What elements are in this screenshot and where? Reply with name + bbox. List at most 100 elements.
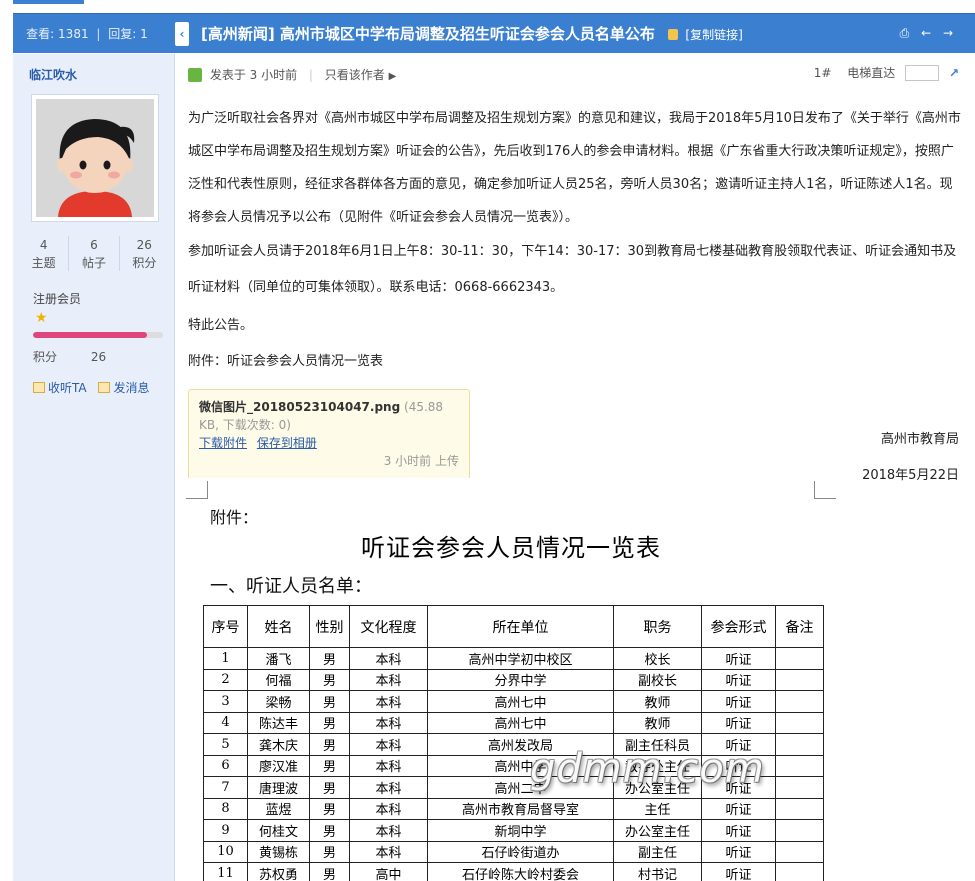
appendix-label: 附件： [210, 508, 259, 527]
table-cell: 何桂文 [247, 819, 310, 842]
star-icon: ★ [35, 310, 48, 326]
copy-link-button[interactable]: [复制链接] [685, 28, 742, 42]
level-progress-bar [33, 332, 163, 338]
attachment-filename[interactable]: 微信图片_20180523104047.png [199, 400, 400, 414]
table-cell: 本科 [349, 668, 428, 691]
table-cell: 7 [203, 776, 248, 799]
table-cell: 龚木庆 [247, 733, 310, 756]
crop-mark [814, 481, 836, 499]
thread-nav-tools[interactable]: ⎙ ← → [900, 26, 957, 41]
table-cell: 1 [203, 647, 248, 670]
stat-points[interactable]: 26 积分 [120, 236, 169, 271]
table-cell [775, 862, 824, 881]
table-cell: 村书记 [613, 862, 702, 881]
table-cell: 男 [309, 647, 350, 670]
table-cell: 听证 [701, 862, 776, 881]
score-row: 积分 26 [33, 350, 107, 364]
post-time: 发表于 3 小时前 [209, 68, 298, 82]
post-paragraph: 附件：听证会参会人员情况一览表 [188, 354, 384, 369]
table-cell: 听证 [701, 711, 776, 734]
level-progress-fill [33, 332, 148, 338]
table-header-row: 序号 姓名 性别 文化程度 所在单位 职务 参会形式 备注 [203, 605, 824, 648]
table-cell [775, 647, 824, 670]
table-cell: 9 [203, 819, 248, 842]
table-cell: 黄锡栋 [247, 840, 310, 863]
author-name[interactable]: 临江吹水 [29, 66, 77, 83]
lock-icon [668, 29, 679, 40]
stat-posts[interactable]: 6 帖子 [69, 236, 120, 271]
table-cell: 男 [309, 668, 350, 691]
table-cell: 新垌中学 [427, 819, 614, 842]
table-cell: 潘飞 [247, 647, 310, 670]
forum-thread-page: 查看: 1381 | 回复: 1 ‹ [高州新闻] 高州市城区中学布局调整及招生… [0, 0, 975, 881]
save-to-album-link[interactable]: 保存到相册 [257, 436, 317, 450]
user-group[interactable]: 注册会员 [33, 290, 81, 307]
table-cell [775, 711, 824, 734]
table-cell: 梁畅 [247, 690, 310, 713]
column-header: 备注 [775, 605, 824, 648]
table-cell: 本科 [349, 690, 428, 713]
table-cell: 高州七中 [427, 690, 614, 713]
only-author-link[interactable]: 只看该作者 [325, 68, 385, 82]
top-tab-indicator [13, 0, 84, 4]
column-header: 参会形式 [701, 605, 776, 648]
follow-icon [33, 382, 45, 393]
arrow-right-icon: ▶ [388, 71, 397, 82]
post-meta: 发表于 3 小时前 | 只看该作者 ▶ [188, 66, 396, 82]
table-cell: 10 [203, 840, 248, 863]
author-sidebar: 临江吹水 4 主题 6 帖子 26 积分 注册会员 ★ 积分 26 收听TA 发… [13, 54, 175, 881]
table-row: 8 蓝煜男本科 高州市教育局督导室 主任 听证 [203, 797, 824, 820]
table-cell: 主任 [613, 797, 702, 820]
column-header: 姓名 [247, 605, 310, 648]
roster-section: 一、听证人员名单： [210, 576, 372, 597]
table-cell: 本科 [349, 776, 428, 799]
table-cell: 男 [309, 690, 350, 713]
author-stats: 4 主题 6 帖子 26 积分 [19, 236, 169, 271]
table-cell: 男 [309, 711, 350, 734]
avatar[interactable] [31, 94, 159, 222]
table-cell: 唐理波 [247, 776, 310, 799]
jump-go-icon[interactable]: ↗ [949, 66, 959, 80]
download-attachment-link[interactable]: 下载附件 [199, 436, 247, 450]
floor-jump-input[interactable] [905, 65, 940, 81]
table-cell [775, 733, 824, 756]
signature-date: 2018年5月22日 [862, 468, 959, 483]
cartoon-avatar-icon [36, 99, 154, 217]
table-cell: 高州中学初中校区 [427, 647, 614, 670]
table-cell: 廖汉准 [247, 754, 310, 777]
collapse-sidebar-button[interactable]: ‹ [175, 22, 189, 46]
roster-title: 听证会参会人员情况一览表 [361, 534, 661, 562]
post-paragraph: 参加听证会人员请于2018年6月1日上午8：30-11：30，下午14：30-1… [188, 244, 957, 295]
avatar-image [36, 99, 154, 217]
table-cell: 本科 [349, 733, 428, 756]
table-cell: 3 [203, 690, 248, 713]
table-cell [775, 668, 824, 691]
table-cell: 分界中学 [427, 668, 614, 691]
table-cell [775, 690, 824, 713]
stat-threads[interactable]: 4 主题 [19, 236, 70, 271]
table-cell: 男 [309, 819, 350, 842]
table-cell: 本科 [349, 647, 428, 670]
table-cell [775, 819, 824, 842]
table-cell: 听证 [701, 668, 776, 691]
thread-stats: 查看: 1381 | 回复: 1 [26, 27, 148, 41]
attached-image-roster[interactable]: 附件： 听证会参会人员情况一览表 一、听证人员名单： 序号 姓名 性别 文化程度 所在单… [186, 478, 836, 881]
table-cell: 本科 [349, 819, 428, 842]
floor-jump: 1# 电梯直达 ↗ [814, 64, 959, 81]
table-cell: 高州市教育局督导室 [427, 797, 614, 820]
post-status-icon [188, 68, 202, 82]
table-cell: 办公室主任 [613, 819, 702, 842]
message-button[interactable]: 发消息 [98, 381, 149, 395]
table-cell: 男 [309, 840, 350, 863]
table-cell: 5 [203, 733, 248, 756]
follow-button[interactable]: 收听TA [33, 381, 87, 395]
column-header: 所在单位 [427, 605, 614, 648]
table-cell: 校长 [613, 647, 702, 670]
table-row: 3 梁畅男本科 高州七中 教师 听证 [203, 690, 824, 713]
site-watermark: gdmm.com [530, 746, 765, 792]
table-cell [775, 754, 824, 777]
thread-title: [高州新闻] 高州市城区中学布局调整及招生听证会参会人员名单公布 [201, 25, 655, 43]
table-row: 1 潘飞男本科 高州中学初中校区 校长 听证 [203, 647, 824, 670]
table-cell: 石仔岭街道办 [427, 840, 614, 863]
post-paragraph: 特此公告。 [188, 318, 254, 333]
